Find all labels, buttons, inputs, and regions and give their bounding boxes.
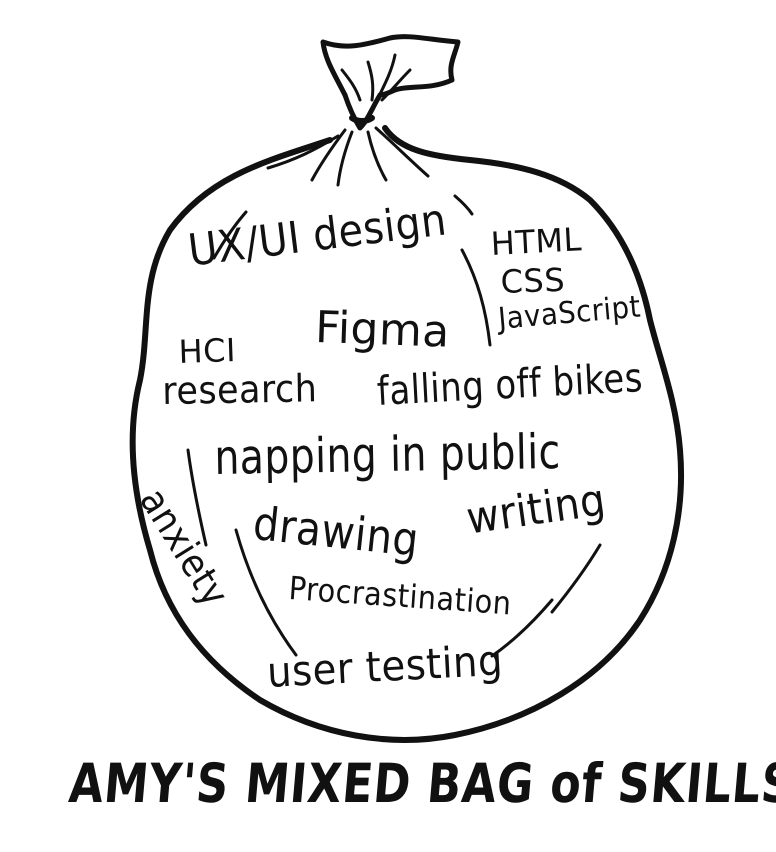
skill-hci: HCI bbox=[177, 331, 237, 371]
page-title: AMY'S MIXED BAG of SKILLS bbox=[66, 752, 776, 815]
skill-css: CSS bbox=[499, 260, 566, 301]
skill-napping-in-public: napping in public bbox=[213, 423, 562, 486]
skill-figma: Figma bbox=[314, 302, 451, 358]
skill-user-testing: user testing bbox=[265, 635, 505, 697]
tie-flaps bbox=[320, 34, 461, 98]
bag-knot-center bbox=[349, 115, 375, 124]
skill-research: research bbox=[161, 366, 318, 413]
skill-html: HTML bbox=[489, 220, 583, 263]
illustration: UX/UI design HTML CSS JavaScript Figma H… bbox=[0, 0, 776, 852]
